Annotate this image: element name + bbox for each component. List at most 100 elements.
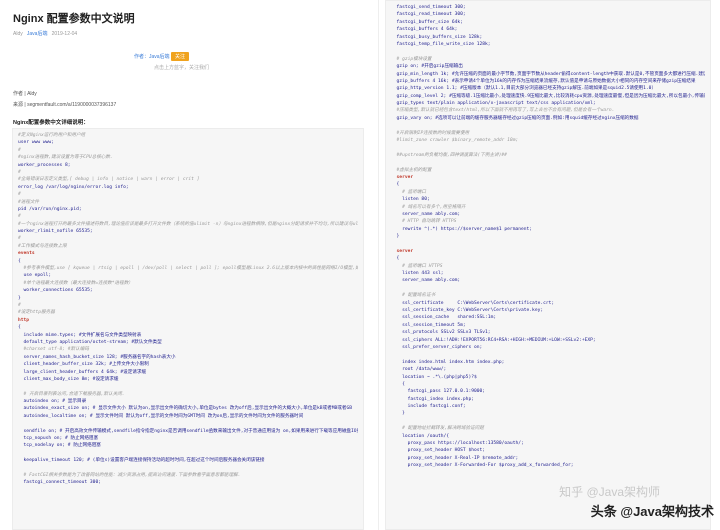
code-line: http <box>18 317 30 323</box>
code-line: error_log /var/log/nginx/error.log info; <box>18 184 129 190</box>
code-line: gzip_vary on; #选项可以让前端的缓存服务器缓存经过gzip压缩的页… <box>391 115 639 121</box>
code-line: fastcgi_temp_file_write_size 128k; <box>391 41 491 47</box>
code-line: # gzip模块设置 <box>391 56 432 62</box>
code-line: autoindex on; # 显示目录 <box>18 399 87 405</box>
code-line: gzip_buffers 4 16k; #表示申请4个单位为16k的内存作为压缩… <box>391 78 696 84</box>
code-line: ssl_protocols SSLv2 SSLv3 TLSv1; <box>391 330 491 336</box>
code-line: proxy_set_header X-Real-IP $remote_addr; <box>391 455 519 461</box>
code-line: gzip_comp_level 2; #压缩等级.1压缩比最小,处理速度快.9压… <box>391 93 705 99</box>
code-line: client_header_buffer_size 32k; #上传文件大小限制 <box>18 362 149 368</box>
code-line: # FastCGI相关参数是为了改善网站的性能：减少资源占用,提高访问速度.下面… <box>18 472 241 478</box>
code-line: proxy_pass https://localhost:13580/oauth… <box>391 441 524 447</box>
toutiao-watermark: 头条 @Java架构技术 <box>590 504 714 519</box>
code-line: #开启限制IP连接数的时候需要使用 <box>391 130 470 136</box>
code-line: worker_connections 65535; <box>18 288 93 294</box>
info-source[interactable]: 来源 | segmentfault.com/a/1190000037396137 <box>13 101 116 108</box>
article-title: Nginx 配置参数中文说明 <box>13 13 135 25</box>
code-line: location ~ .*\.(php|php5)?$ <box>391 374 477 380</box>
code-line: { <box>391 182 400 188</box>
code-line: fastcgi_read_timeout 300; <box>391 12 466 18</box>
zhihu-watermark: 知乎 @Java架构师 <box>559 485 660 499</box>
code-line: #虚拟主机的配置 <box>391 167 432 173</box>
code-line: server <box>391 174 414 180</box>
code-line: # 开启目录列表访问,合适下载服务器,默认关闭. <box>18 391 125 397</box>
code-line: #单个进程最大连接数（最大连接数=连接数*进程数） <box>18 280 133 286</box>
code-line: server <box>391 248 414 254</box>
code-line: default_type application/octet-stream; #… <box>18 339 162 345</box>
code-line: gzip_min_length 1k; #允许压缩的页面的最小字节数,页面字节数… <box>396 71 705 77</box>
code-line: ssl_session_timeout 5m; <box>391 322 466 328</box>
code-line: proxy_set_header HOST $host; <box>391 448 486 454</box>
code-line: client_max_body_size 8m; #设定请求缓 <box>18 376 119 382</box>
code-line: # 域名可以有多个,用空格隔开 <box>391 204 466 210</box>
code-line: server_name ably.com; <box>391 278 461 284</box>
code-line: ssl_prefer_server_ciphers on; <box>391 344 483 350</box>
code-line: server_names_hash_bucket_size 128; #服务器名… <box>18 354 176 360</box>
code-line: server_name ably.com; <box>391 211 461 217</box>
article-right-page: fastcgi_send_timeout 300; fastcgi_read_t… <box>378 0 717 530</box>
code-line: { <box>18 258 21 264</box>
code-line: rewrite ^(.*) https://$server_name$1 per… <box>391 226 533 232</box>
author-name[interactable]: Aldy <box>13 31 23 37</box>
code-line: autoindex_exact_size on; # 显示文件大小 默认为on,… <box>18 406 352 412</box>
code-line: } <box>391 234 400 240</box>
code-line: #一个nginx进程打开的最多文件描述符数目,理论值应该是最多打开文件数（系统的… <box>18 221 358 227</box>
code-line: listen 443 ssl; <box>391 271 444 277</box>
code-line: #压缩类型,默认就已经包含text/html,所以下面就不用再写了,写上去也不会… <box>391 108 615 114</box>
code-line: { <box>18 325 21 331</box>
section-heading: Nginx配置参数中文详细说明： <box>13 120 89 126</box>
code-line: # 监听端口 HTTPS <box>391 263 443 269</box>
publish-date: 2019-12-04 <box>51 31 78 37</box>
code-line: # HTTP 自动跳转 HTTPS <box>391 219 457 225</box>
code-line: tcp_nopush on; # 防止网络阻塞 <box>18 436 99 442</box>
code-line: root /data/www/; <box>391 367 447 373</box>
code-line: autoindex_localtime on; # 显示文件时间 默认为off,… <box>18 413 304 419</box>
code-line: # <box>18 169 21 175</box>
code-line: #nginx进程数,建议设置为等于CPU总核心数. <box>18 155 113 161</box>
code-line: # <box>18 192 21 198</box>
code-line: } <box>391 411 405 417</box>
code-line: pid /var/run/nginx.pid; <box>18 206 82 212</box>
article-left-page: Nginx 配置参数中文说明 Aldy Java后端 2019-12-04 作者… <box>4 0 370 530</box>
follow-button[interactable]: 关注 <box>170 52 189 61</box>
share-prefix[interactable]: 作者：Java后端 <box>134 54 170 60</box>
code-line: #charset utf-8; #默认编码 <box>18 347 89 353</box>
code-line: ssl_ciphers ALL:!ADH:!EXPORT56:RC4+RSA:+… <box>391 337 596 343</box>
code-line: location /oauth/{ <box>391 433 450 439</box>
code-line: fastcgi_connect_timeout 300; <box>18 480 101 486</box>
info-author: 作者 | Aldy <box>13 91 37 97</box>
code-line: #工作模式与连接数上限 <box>18 243 67 249</box>
code-line: } <box>18 295 21 301</box>
code-line: include fastcgi.conf; <box>391 404 466 410</box>
category-link[interactable]: Java后端 <box>27 31 48 37</box>
code-line: gzip_http_version 1.1; #压缩版本（默认1.1,目前大部分… <box>391 86 657 92</box>
code-line: listen 80; <box>391 197 430 203</box>
code-line: user www www; <box>18 140 54 146</box>
code-line: fastcgi_send_timeout 300; <box>391 5 466 10</box>
code-line: ##upstream的负载均衡,四种调度算法(下例主讲)## <box>391 152 507 158</box>
code-line: worker_rlimit_nofile 65535; <box>18 229 93 235</box>
code-line: { <box>391 256 400 262</box>
code-line: #全局错误日志定义类型,[ debug | info | notice | wa… <box>18 177 200 183</box>
code-line: fastcgi_pass 127.0.0.1:9000; <box>391 389 486 395</box>
code-line: sendfile on; # 开启高效文件传输模式,sendfile指令指定ng… <box>23 428 358 434</box>
code-line: proxy_set_header X-Forwarded-For $proxy_… <box>391 463 574 469</box>
code-line: gzip_types text/plain application/x-java… <box>391 101 596 107</box>
code-line: tcp_nodelay on; # 防止网络阻塞 <box>18 443 101 449</box>
code-line: # 配置域名证书 <box>391 293 436 299</box>
code-block-right: fastcgi_send_timeout 300; fastcgi_read_t… <box>385 0 711 530</box>
code-block-left: #定义Nginx运行的用户和用户组 user www www; # #nginx进程数… <box>12 128 364 530</box>
code-line: ssl_certificate_key C:\WebServer\Certs\p… <box>391 308 544 314</box>
code-line: large_client_header_buffers 4 64k; #设定请求… <box>18 369 147 375</box>
article-meta: Aldy Java后端 2019-12-04 <box>13 30 77 37</box>
code-line: gzip on; #开启gzip压缩输出 <box>391 64 463 70</box>
code-line: #进程文件 <box>18 199 40 205</box>
code-line: #设定http服务器 <box>18 310 55 316</box>
